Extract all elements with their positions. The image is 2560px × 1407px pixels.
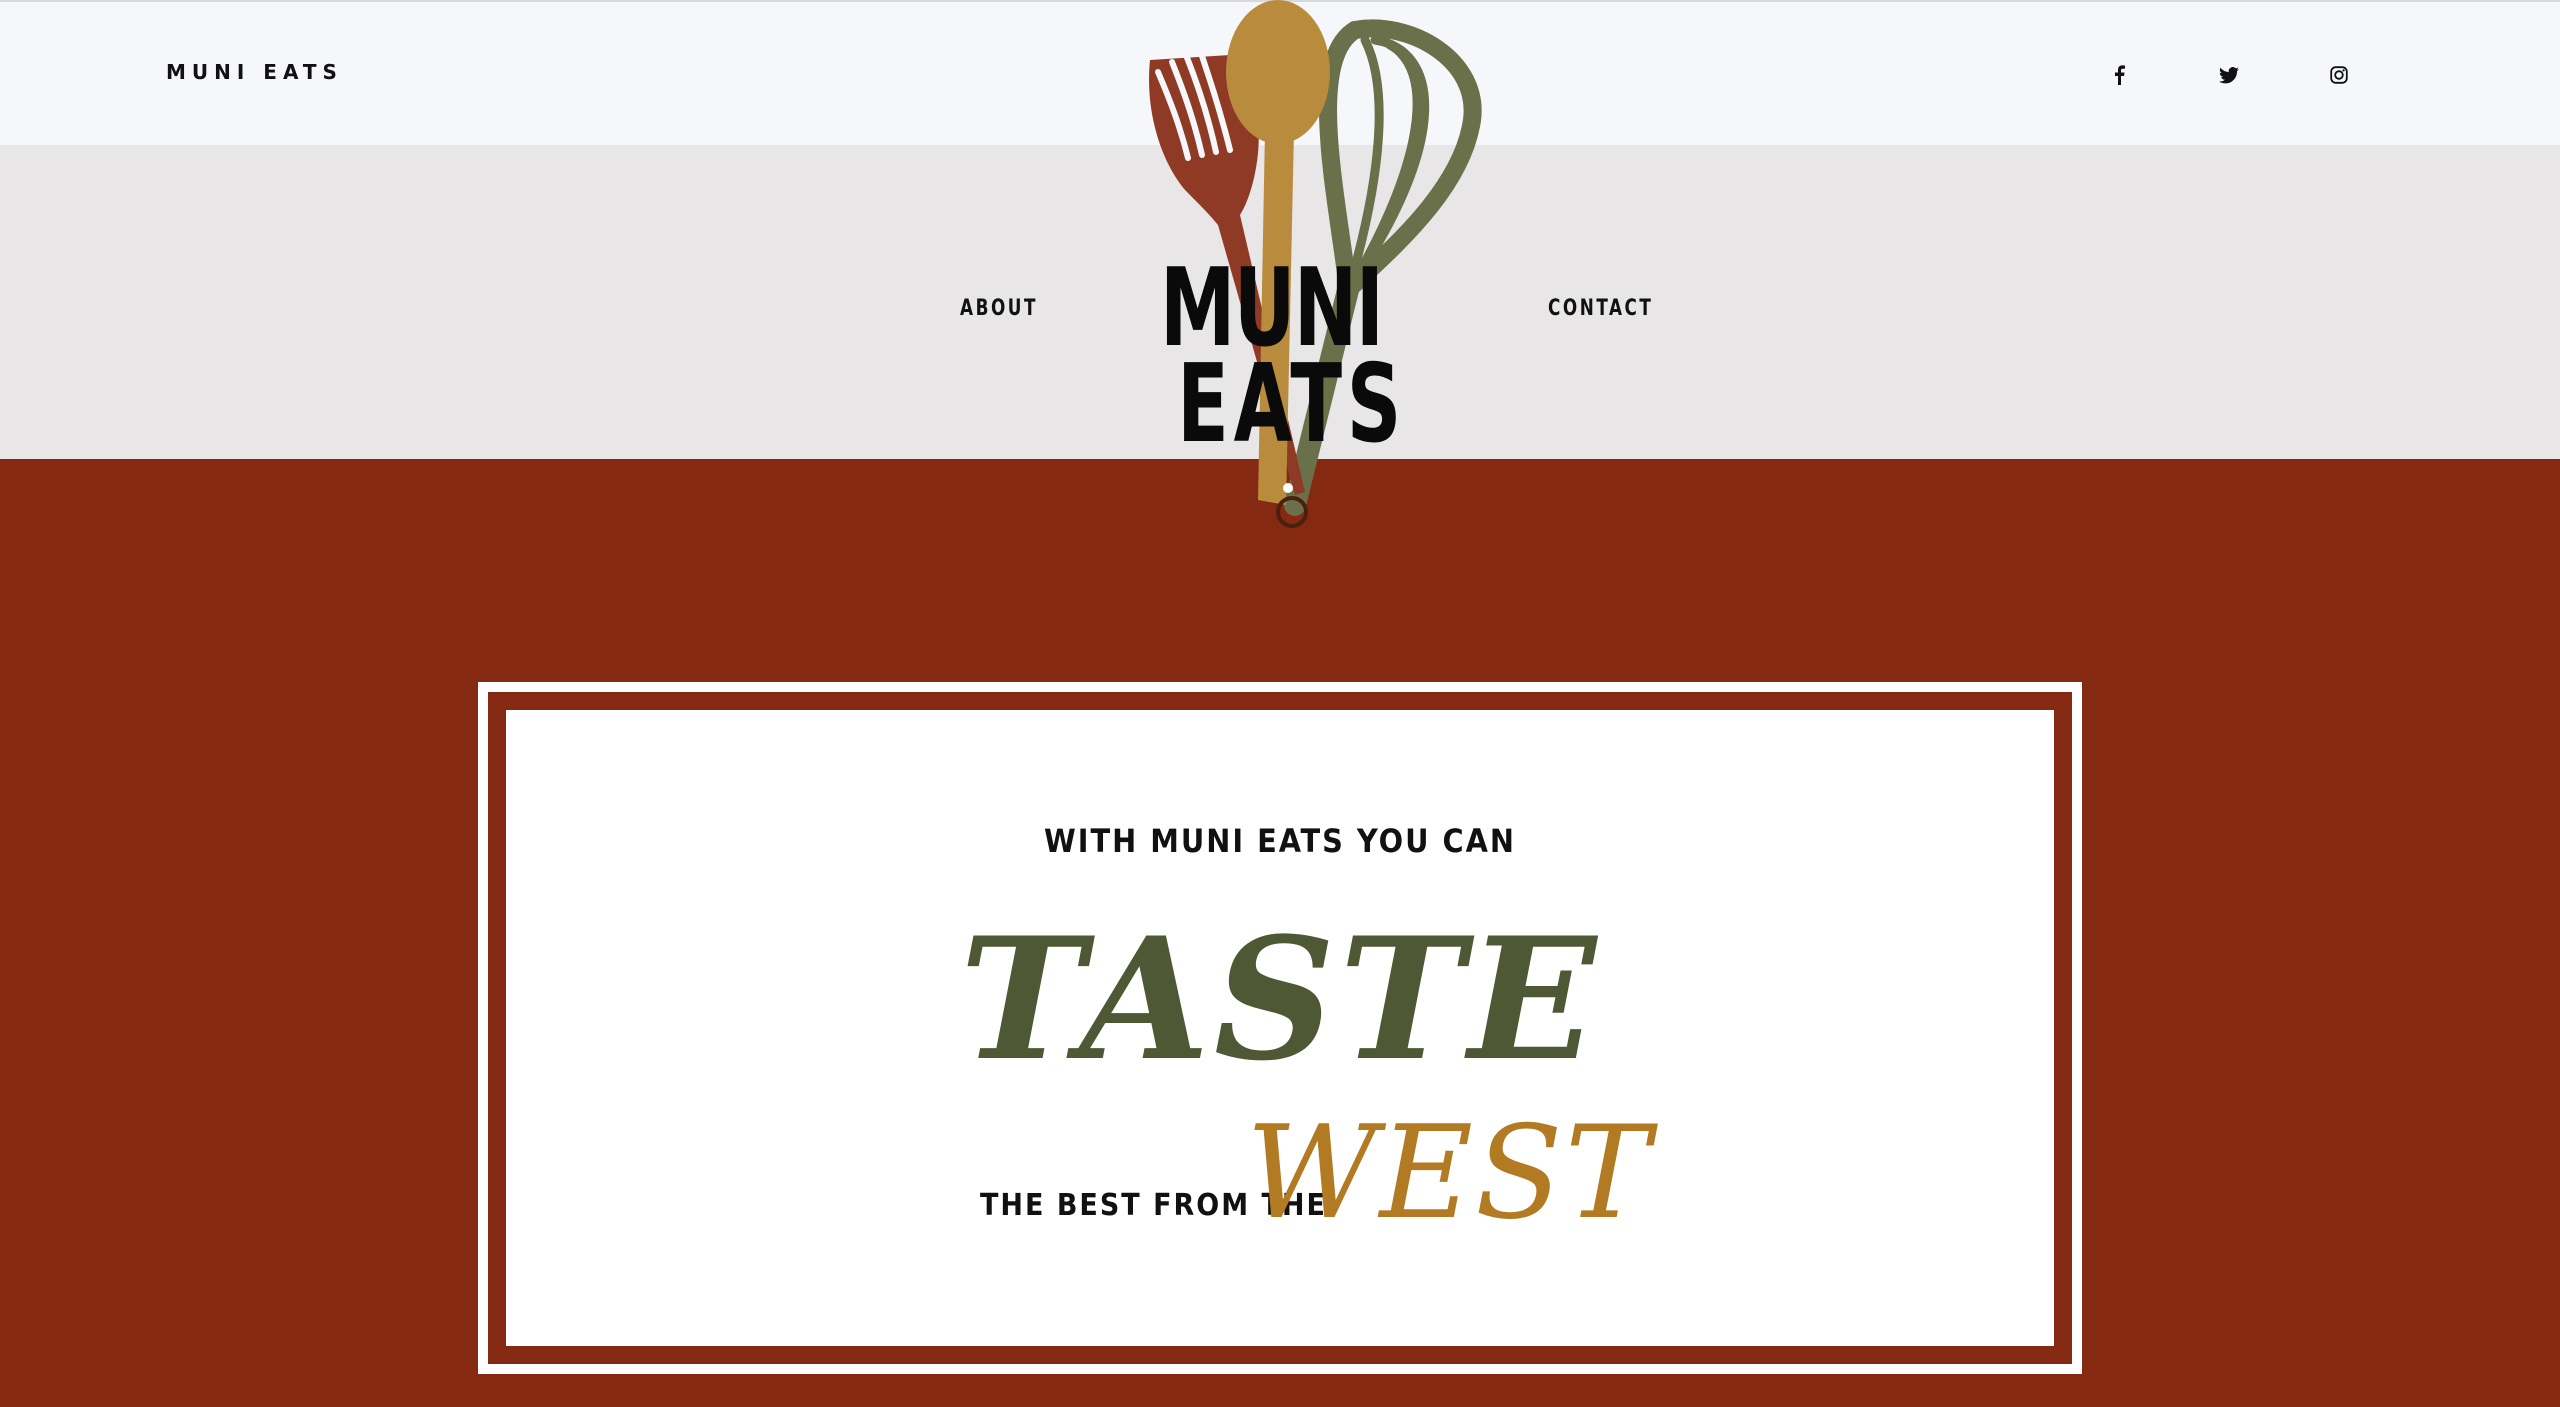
hero-tagline: THE BEST FROM THE WEST (506, 1110, 2054, 1250)
hero-card: WITH MUNI EATS YOU CAN TASTE THE BEST FR… (478, 682, 2082, 1374)
hero-card-content: WITH MUNI EATS YOU CAN TASTE THE BEST FR… (506, 710, 2054, 1346)
logo-line-2: EATS (1177, 342, 1407, 467)
tagline-big-text: WEST (1246, 1099, 1653, 1248)
instagram-icon[interactable] (2326, 62, 2352, 88)
nav-contact-link[interactable]: CONTACT (1548, 296, 1653, 321)
hero-kicker: WITH MUNI EATS YOU CAN (1044, 822, 1516, 860)
logo-line-1: MUNI (1160, 246, 1384, 371)
nav-about-link[interactable]: ABOUT (960, 296, 1038, 321)
twitter-icon[interactable] (2216, 62, 2242, 88)
logo-wordmark[interactable]: MUNI EATS (1160, 246, 1407, 467)
facebook-icon[interactable] (2106, 62, 2132, 88)
brand-name[interactable]: MUNI EATS (166, 60, 343, 84)
hero-headline: TASTE (959, 900, 1601, 1098)
hero-card-border: WITH MUNI EATS YOU CAN TASTE THE BEST FR… (488, 692, 2072, 1364)
